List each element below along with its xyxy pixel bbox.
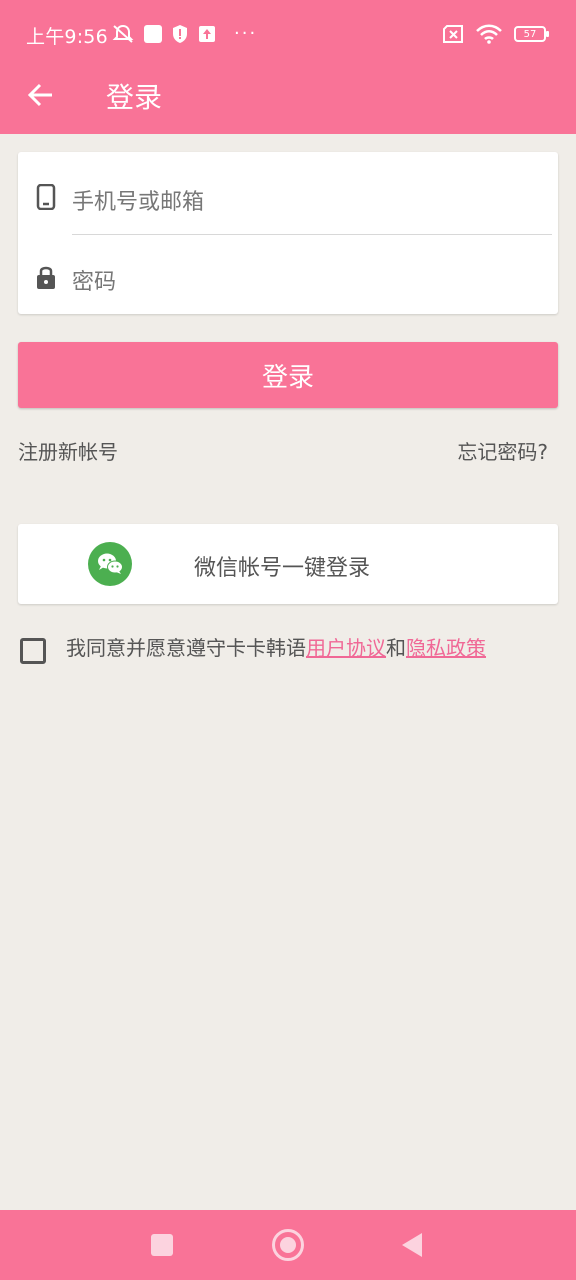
agreement-text: 我同意并愿意遵守卡卡韩语用户协议和隐私政策	[66, 632, 486, 661]
system-nav-bar	[0, 1210, 576, 1280]
field-divider	[72, 234, 552, 235]
login-form-card: 手机号或邮箱 密码	[18, 152, 558, 314]
status-time: 上午9:56	[26, 26, 108, 48]
back-arrow-icon[interactable]	[26, 80, 56, 110]
wechat-login-label: 微信帐号一键登录	[194, 556, 371, 581]
battery-level: 57	[523, 28, 537, 40]
app-bar: 登录	[0, 68, 576, 134]
phone-email-field[interactable]: 手机号或邮箱	[18, 156, 558, 234]
wifi-icon	[476, 24, 502, 44]
more-notifications-icon: ···	[234, 23, 258, 44]
wechat-login-button[interactable]: 微信帐号一键登录	[18, 524, 558, 604]
recent-apps-icon[interactable]	[151, 1234, 173, 1256]
register-link[interactable]: 注册新帐号	[18, 436, 118, 465]
status-icons-left: ···	[112, 24, 257, 44]
password-input[interactable]: 密码	[72, 264, 116, 296]
phone-email-input[interactable]: 手机号或邮箱	[72, 184, 204, 216]
password-field[interactable]: 密码	[18, 236, 558, 314]
status-icons-right: 57	[442, 24, 549, 44]
agreement-row: 我同意并愿意遵守卡卡韩语用户协议和隐私政策	[18, 632, 558, 668]
notification-square-icon	[144, 25, 162, 43]
agreement-checkbox[interactable]	[20, 638, 46, 664]
shield-alert-icon	[173, 25, 187, 43]
user-agreement-link[interactable]: 用户协议	[306, 636, 386, 660]
privacy-policy-link[interactable]: 隐私政策	[406, 636, 486, 660]
nav-back-icon[interactable]	[402, 1233, 422, 1257]
mute-bell-icon	[112, 24, 134, 43]
status-bar: 上午9:56 ··· 57	[0, 0, 576, 68]
page-title: 登录	[106, 81, 163, 114]
forgot-password-link[interactable]: 忘记密码?	[457, 436, 548, 465]
login-button[interactable]: 登录	[18, 342, 558, 408]
battery-icon: 57	[514, 26, 549, 42]
wechat-icon	[88, 542, 132, 586]
home-icon[interactable]	[272, 1229, 304, 1261]
agreement-prefix: 我同意并愿意遵守卡卡韩语	[66, 636, 306, 660]
lock-icon	[37, 266, 55, 289]
agreement-and: 和	[386, 636, 406, 660]
upload-icon	[199, 26, 215, 42]
phone-icon	[36, 184, 56, 210]
sim-error-icon	[443, 25, 463, 43]
